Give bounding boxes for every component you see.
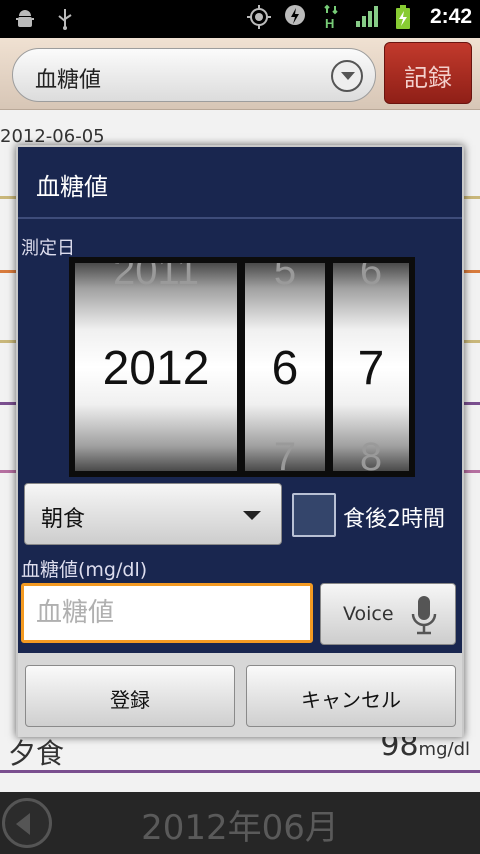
postprandial-label: 食後2時間 [343, 507, 445, 532]
list-item-unit: mg/dl [418, 739, 470, 760]
list-item-meal: 夕食 [8, 737, 65, 770]
day-next: 8 [359, 435, 383, 471]
date-picker: 2011 2012 5 6 7 6 7 8 [69, 257, 415, 477]
android-debug-icon [12, 6, 38, 32]
row-divider [0, 770, 480, 773]
month-wheel[interactable]: 5 6 7 [245, 263, 325, 471]
dialog-title: 血糖値 [36, 173, 108, 201]
status-bar: H 2:42 [0, 0, 480, 38]
blood-sugar-input[interactable] [21, 583, 313, 643]
microphone-icon [409, 594, 439, 636]
register-button[interactable]: 登録 [25, 665, 235, 727]
day-prev: 6 [359, 263, 383, 293]
previous-month-button[interactable] [2, 798, 52, 848]
date-label: 測定日 [21, 238, 75, 259]
day-current: 7 [357, 342, 385, 395]
month-footer: 2012年06月 [0, 792, 480, 854]
usb-icon [52, 6, 78, 32]
month-prev: 5 [273, 263, 297, 293]
network-type-text: H [325, 16, 334, 30]
register-button-label: 登録 [110, 688, 150, 712]
day-wheel[interactable]: 6 7 8 [333, 263, 409, 471]
h-data-icon: H [318, 4, 344, 30]
cancel-button[interactable]: キャンセル [246, 665, 456, 727]
blood-sugar-dialog: 血糖値 測定日 2011 2012 5 6 7 6 7 8 朝食 食後2時間 血… [16, 145, 464, 737]
spinner-label: 血糖値 [35, 68, 102, 93]
voice-input-button[interactable]: Voice [320, 583, 456, 645]
dropdown-arrow-icon [243, 511, 261, 520]
record-type-spinner[interactable]: 血糖値 [12, 48, 376, 102]
year-prev: 2011 [112, 263, 199, 293]
bulb-icon [282, 4, 308, 30]
clock: 2:42 [429, 5, 472, 28]
meal-select-value: 朝食 [41, 507, 86, 532]
postprandial-checkbox[interactable] [292, 493, 336, 537]
current-month: 2012年06月 [141, 808, 339, 848]
record-button-label: 記録 [404, 64, 452, 92]
meal-select[interactable]: 朝食 [24, 483, 282, 545]
gps-icon [246, 4, 272, 30]
chevron-down-icon [331, 60, 363, 92]
year-wheel[interactable]: 2011 2012 [75, 263, 237, 471]
blood-sugar-label: 血糖値(mg/dl) [21, 559, 148, 581]
record-button[interactable]: 記録 [384, 42, 472, 104]
signal-icon [354, 4, 380, 30]
app-header: 血糖値 記録 [0, 38, 480, 110]
voice-button-label: Voice [343, 603, 394, 625]
year-current: 2012 [102, 342, 210, 395]
month-next: 7 [273, 435, 297, 471]
list-date-header: 2012-06-05 [0, 126, 105, 147]
battery-charging-icon [390, 4, 416, 30]
month-current: 6 [271, 342, 299, 395]
dialog-divider [18, 217, 462, 219]
cancel-button-label: キャンセル [301, 688, 401, 712]
dialog-button-bar: 登録 キャンセル [18, 653, 462, 737]
